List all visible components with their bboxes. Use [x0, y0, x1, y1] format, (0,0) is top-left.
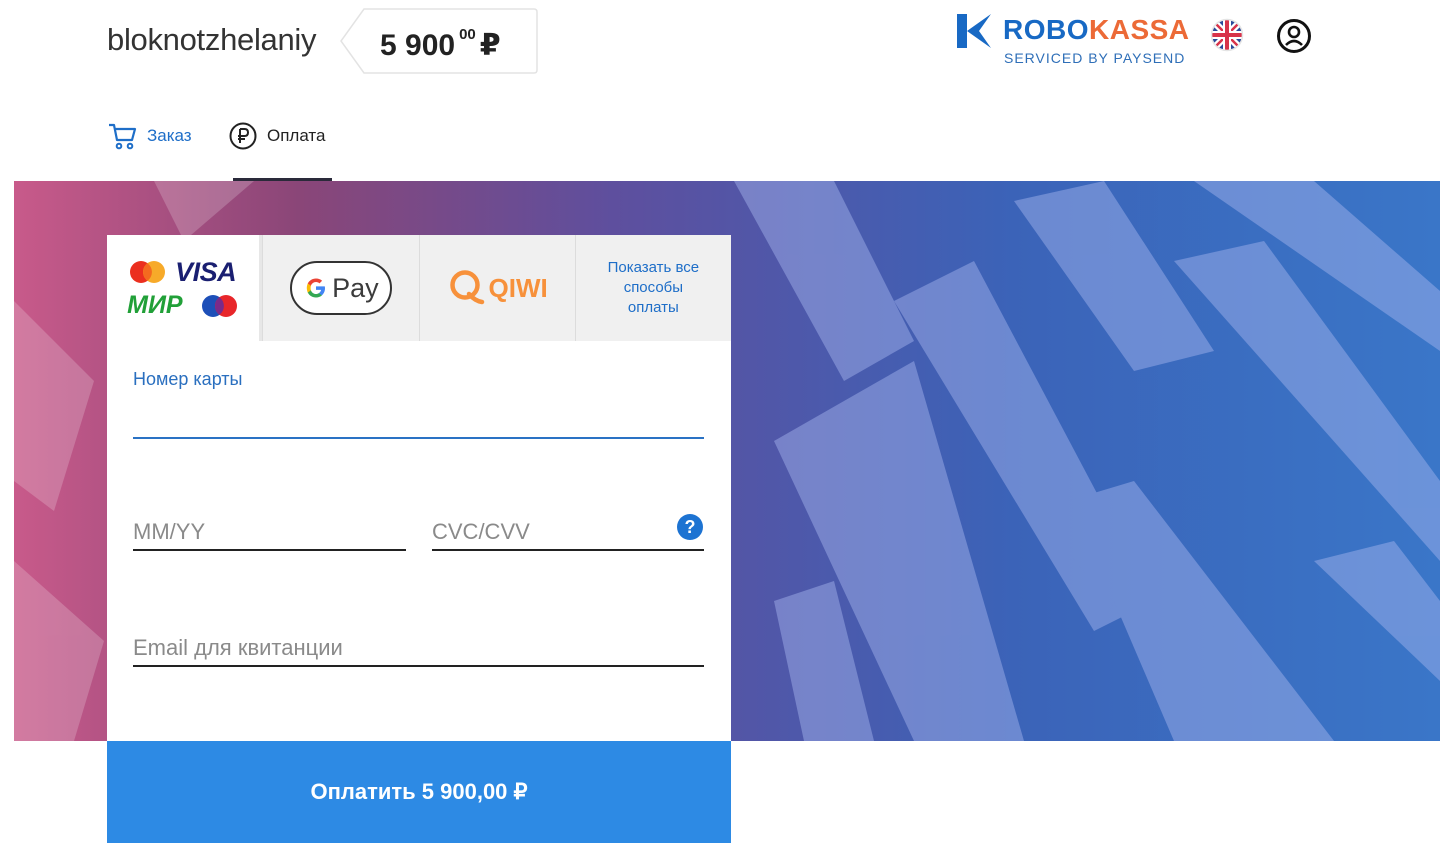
user-icon[interactable] — [1276, 18, 1312, 54]
logo-word-robo: ROBO — [1003, 14, 1089, 45]
payment-form-card: VISA МИР Pay QIWI Показать все способы о… — [107, 235, 731, 741]
expiry-input[interactable] — [133, 515, 406, 549]
card-number-field — [133, 403, 704, 439]
mastercard-icon — [130, 261, 166, 283]
amount-cents: 00 — [459, 26, 476, 43]
qiwi-label: QIWI — [488, 272, 548, 303]
maestro-icon — [202, 295, 238, 317]
robokassa-logo[interactable]: ROBOKASSA SERVICED BY PAYSEND — [955, 12, 1189, 72]
card-number-label: Номер карты — [133, 369, 243, 389]
gpay-label: Pay — [332, 272, 379, 303]
ruble-icon — [229, 122, 257, 150]
google-g-icon — [306, 278, 326, 298]
mir-logo: МИР — [127, 291, 183, 319]
payment-method-show-all[interactable]: Показать все способы оплаты — [574, 235, 731, 341]
amount-currency: ₽ — [479, 29, 501, 62]
cvc-field — [432, 515, 704, 551]
tab-order-label: Заказ — [147, 126, 192, 145]
show-all-methods-link[interactable]: Показать все способы оплаты — [598, 258, 708, 318]
logo-word-kassa: KASSA — [1089, 14, 1190, 45]
payment-method-qiwi[interactable]: QIWI — [418, 235, 575, 341]
shop-name: bloknotzhelaniy — [107, 22, 317, 57]
cvc-help-icon[interactable]: ? — [677, 514, 703, 540]
payment-method-tabs: VISA МИР Pay QIWI Показать все способы о… — [107, 235, 731, 341]
tab-payment[interactable]: Оплата — [229, 118, 325, 154]
uk-flag-icon[interactable] — [1210, 18, 1244, 52]
cvc-input[interactable] — [432, 515, 704, 549]
tab-order[interactable]: Заказ — [107, 118, 192, 154]
card-number-input[interactable] — [133, 403, 704, 437]
expiry-field — [133, 515, 406, 551]
email-field — [133, 631, 704, 667]
visa-logo: VISA — [175, 257, 237, 287]
pay-button[interactable]: Оплатить 5 900,00 ₽ — [107, 741, 731, 843]
logo-subtitle: SERVICED BY PAYSEND — [1004, 50, 1186, 66]
email-input[interactable] — [133, 631, 704, 665]
payment-method-card[interactable]: VISA МИР — [107, 235, 264, 341]
order-amount: 5 900 00 ₽ — [340, 8, 538, 74]
payment-method-gpay[interactable]: Pay — [262, 235, 419, 341]
robokassa-k-icon — [957, 14, 991, 48]
amount-main: 5 900 — [380, 29, 456, 62]
cart-icon — [109, 123, 137, 150]
tab-payment-label: Оплата — [267, 126, 326, 145]
qiwi-icon — [449, 270, 484, 305]
